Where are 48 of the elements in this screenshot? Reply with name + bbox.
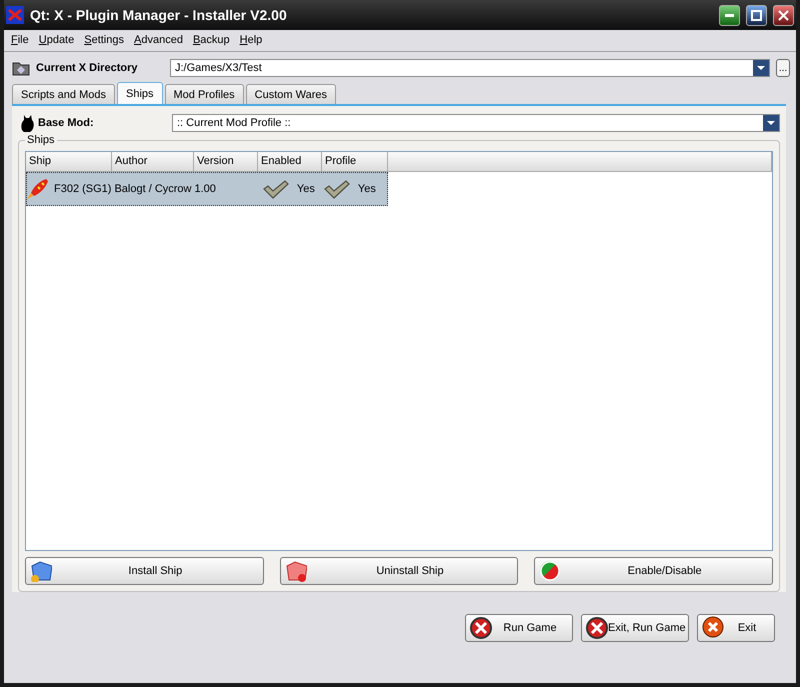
uninstall-button[interactable]: Uninstall Ship [280,557,518,585]
close-icon [778,10,789,20]
table-cell: Yes [358,183,376,195]
column-header[interactable]: Profile [322,152,388,172]
circle-icon [539,560,562,582]
window-title: Qt: X - Plugin Manager - Installer V2.00 [30,7,288,23]
menu-item[interactable]: Help [240,34,262,48]
table-cell: Yes [296,183,315,195]
table-cell: Balogt / Cycrow [114,183,192,195]
maximize-button[interactable] [746,4,767,26]
close-icon [702,616,724,640]
maximize-icon [751,10,762,20]
table-cell: 1.00 [194,183,216,195]
table-cell: F302 (SG1) [54,183,112,195]
checkmark-icon [262,180,289,198]
menu-item[interactable]: Backup [192,34,230,48]
run-game-button[interactable]: Exit, Run Game [581,614,689,642]
column-header[interactable]: Version [194,152,258,172]
x-icon [586,616,608,640]
app-icon [6,6,24,24]
table-row[interactable]: F302 (SG1) Balogt / Cycrow 1.00 Yes Yes [26,172,388,206]
install-button[interactable]: Install Ship [25,557,264,585]
directory-dropdown[interactable]: J:/Games/X3/Test [170,59,770,77]
toggle-button[interactable]: Enable/Disable [534,557,773,585]
group-title: Ships [25,134,57,146]
base-mod-label: Base Mod: [38,117,95,129]
menu-item[interactable]: Advanced [134,34,183,48]
tab[interactable]: Custom Wares [246,84,336,104]
run-game-button[interactable]: Run Game [465,614,573,642]
directory-label: Current X Directory [36,62,138,74]
tab[interactable]: Scripts and Mods [12,84,115,104]
minimize-button[interactable] [719,4,740,26]
menu-item[interactable]: File [11,34,29,48]
menu-item[interactable]: Update [38,34,74,48]
column-header[interactable]: Enabled [258,152,322,172]
x-icon [470,616,492,640]
column-header[interactable]: Ship [26,152,112,172]
column-header[interactable]: Author [112,152,194,172]
tab[interactable]: Mod Profiles [164,84,244,104]
checkmark-icon [324,180,350,198]
exit-button[interactable]: Exit [697,614,775,642]
tab[interactable]: Ships [116,82,163,104]
rocket-icon [26,177,50,201]
base-mod-dropdown[interactable]: :: Current Mod Profile :: [172,114,780,132]
close-button[interactable] [773,4,794,26]
minimize-icon [725,14,734,16]
menu-item[interactable]: Settings [84,34,124,48]
browse-button[interactable]: ... [776,59,790,77]
